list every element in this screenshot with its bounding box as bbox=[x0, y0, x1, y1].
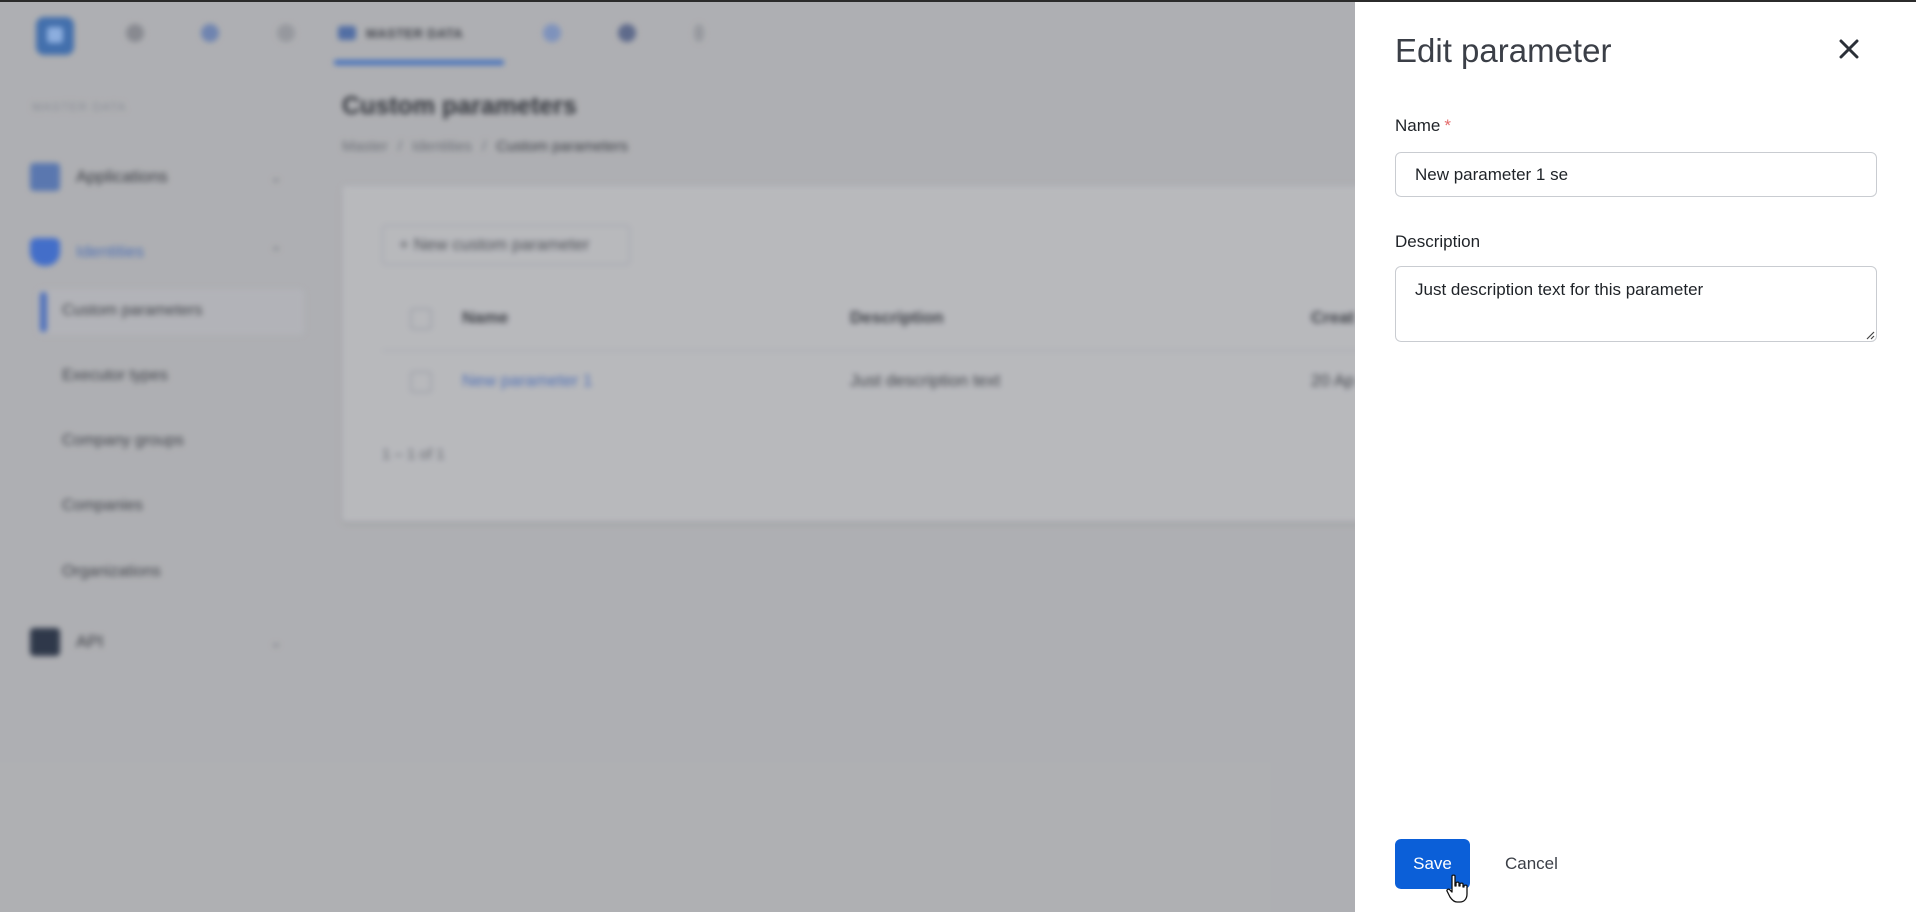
drawer-title: Edit parameter bbox=[1395, 32, 1612, 69]
resize-handle-icon[interactable] bbox=[1865, 330, 1875, 340]
hand-pointer-cursor-icon bbox=[1446, 874, 1468, 903]
cancel-button[interactable]: Cancel bbox=[1491, 839, 1572, 889]
description-field-label: Description bbox=[1395, 232, 1481, 251]
name-input[interactable] bbox=[1395, 152, 1877, 197]
close-button[interactable] bbox=[1834, 34, 1864, 64]
name-label-text: Name bbox=[1395, 116, 1441, 135]
close-icon bbox=[1839, 39, 1859, 59]
window-top-border bbox=[0, 0, 1916, 2]
description-textarea[interactable]: Just description text for this parameter bbox=[1395, 266, 1877, 342]
required-indicator: * bbox=[1444, 116, 1451, 135]
edit-parameter-drawer: Edit parameter Name* Description Just de… bbox=[1355, 2, 1916, 912]
name-field-label: Name * bbox=[1395, 116, 1451, 136]
